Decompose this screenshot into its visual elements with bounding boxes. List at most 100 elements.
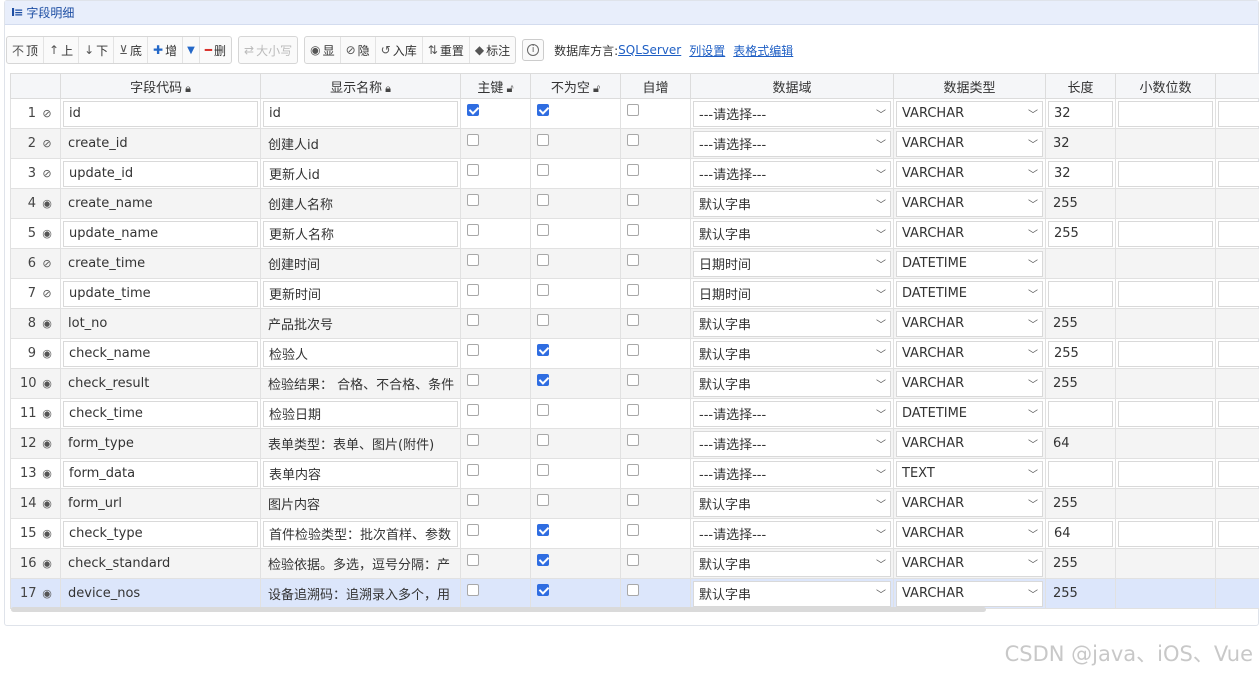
auto-increment-checkbox[interactable] [627,283,639,296]
auto-increment-checkbox[interactable] [627,133,639,146]
field-code-input[interactable]: create_id [63,131,258,157]
data-type-select[interactable]: DATETIME ﹀ [896,250,1043,277]
primary-key-checkbox[interactable] [467,313,479,326]
display-name-input[interactable]: 表单内容 [263,460,458,487]
primary-key-checkbox[interactable] [467,133,479,146]
auto-increment-checkbox[interactable] [627,343,639,356]
data-type-select[interactable]: VARCHAR ﹀ [896,520,1043,547]
length-input[interactable]: 32 [1048,160,1113,187]
primary-key-checkbox[interactable] [467,583,479,596]
info-button[interactable]: i [522,39,545,61]
eye-slash-icon[interactable]: ⊘ [38,167,56,180]
decimal-places-input[interactable] [1118,460,1213,487]
auto-increment-checkbox[interactable] [627,313,639,326]
table-row[interactable]: 11 ◉ check_time 检验日期 ---请选择--- ﹀ DATETIME ﹀ [10,398,1259,429]
primary-key-checkbox[interactable] [467,433,479,446]
table-row[interactable]: 7 ⊘ update_time 更新时间 日期时间 ﹀ DATETIME ﹀ [10,278,1259,309]
not-null-checkbox[interactable] [537,313,549,326]
extra-input[interactable] [1218,581,1259,607]
eye-icon[interactable]: ◉ [38,437,56,450]
header-data-type[interactable]: 数据类型 [893,73,1046,99]
extra-input[interactable] [1218,280,1259,307]
extra-input[interactable] [1218,431,1259,457]
add-dropdown-button[interactable]: ▼ [183,37,200,63]
horizontal-scrollbar[interactable] [11,607,986,612]
column-settings-link[interactable]: 列设置 [689,42,725,59]
table-row[interactable]: 5 ◉ update_name 更新人名称 默认字串 ﹀ VARCHAR ﹀ 255 [10,218,1259,249]
field-code-input[interactable]: check_time [63,400,258,427]
not-null-checkbox[interactable] [537,463,549,476]
length-input[interactable]: 64 [1048,520,1113,547]
primary-key-checkbox[interactable] [467,553,479,566]
length-input[interactable]: 64 [1048,431,1113,457]
data-domain-select[interactable]: ---请选择--- ﹀ [693,460,891,487]
table-edit-link[interactable]: 表格式编辑 [733,42,793,59]
data-domain-select[interactable]: 默认字串 ﹀ [693,370,891,397]
field-code-input[interactable]: device_nos [63,581,258,607]
hide-button[interactable]: ⊘ 隐 [341,37,376,63]
extra-input[interactable] [1218,220,1259,247]
auto-increment-checkbox[interactable] [627,223,639,236]
primary-key-checkbox[interactable] [467,343,479,356]
eye-slash-icon[interactable]: ⊘ [38,137,56,150]
length-input[interactable]: 255 [1048,551,1113,577]
case-convert-button[interactable]: ⇄ 大小写 [239,37,297,63]
table-row[interactable]: 9 ◉ check_name 检验人 默认字串 ﹀ VARCHAR ﹀ 255 [10,338,1259,369]
header-data-domain[interactable]: 数据域 [690,73,894,99]
table-row[interactable]: 13 ◉ form_data 表单内容 ---请选择--- ﹀ TEXT ﹀ [10,458,1259,489]
auto-increment-checkbox[interactable] [627,163,639,176]
field-code-input[interactable]: check_result [63,371,258,397]
decimal-places-input[interactable] [1118,551,1213,577]
data-domain-select[interactable]: 日期时间 ﹀ [693,250,891,277]
move-up-button[interactable]: ↑ 上 [44,37,80,63]
extra-input[interactable] [1218,160,1259,187]
reset-button[interactable]: ⇅ 重置 [423,37,470,63]
primary-key-checkbox[interactable] [467,403,479,416]
data-type-select[interactable]: VARCHAR ﹀ [896,430,1043,457]
data-type-select[interactable]: VARCHAR ﹀ [896,550,1043,577]
decimal-places-input[interactable] [1118,400,1213,427]
table-row[interactable]: 15 ◉ check_type 首件检验类型：批次首样、参数 ---请选择--- ﹀ VAR… [10,518,1259,549]
decimal-places-input[interactable] [1118,100,1213,127]
eye-icon[interactable]: ◉ [38,497,56,510]
header-display-name[interactable]: 显示名称 🔒︎ [260,73,461,99]
eye-icon[interactable]: ◉ [38,377,56,390]
move-bottom-button[interactable]: ⊻ 底 [114,37,148,63]
eye-slash-icon[interactable]: ⊘ [38,257,56,270]
decimal-places-input[interactable] [1118,160,1213,187]
header-field-code[interactable]: 字段代码 🔒︎ [60,73,261,99]
not-null-checkbox[interactable] [537,493,549,506]
data-type-select[interactable]: DATETIME ﹀ [896,400,1043,427]
data-type-select[interactable]: VARCHAR ﹀ [896,340,1043,367]
field-code-input[interactable]: update_time [63,280,258,307]
not-null-checkbox[interactable] [537,253,549,266]
extra-input[interactable] [1218,191,1259,217]
data-type-select[interactable]: TEXT ﹀ [896,460,1043,487]
field-code-input[interactable]: form_url [63,491,258,517]
table-row[interactable]: 16 ◉ check_standard 检验依据。多选，逗号分隔：产 默认字串 ﹀ VARC… [10,548,1259,579]
move-down-button[interactable]: ↓ 下 [79,37,115,63]
data-domain-select[interactable]: ---请选择--- ﹀ [693,100,891,127]
length-input[interactable]: 255 [1048,311,1113,337]
extra-input[interactable] [1218,311,1259,337]
not-null-checkbox[interactable] [537,163,549,176]
data-domain-select[interactable]: 默认字串 ﹀ [693,220,891,247]
field-code-input[interactable]: form_type [63,431,258,457]
auto-increment-checkbox[interactable] [627,193,639,206]
data-type-select[interactable]: VARCHAR ﹀ [896,370,1043,397]
decimal-places-input[interactable] [1118,491,1213,517]
not-null-checkbox[interactable] [537,343,549,356]
extra-input[interactable] [1218,400,1259,427]
length-input[interactable]: 255 [1048,491,1113,517]
auto-increment-checkbox[interactable] [627,523,639,536]
field-code-input[interactable]: id [63,100,258,127]
length-input[interactable]: 255 [1048,371,1113,397]
data-type-select[interactable]: VARCHAR ﹀ [896,130,1043,157]
not-null-checkbox[interactable] [537,283,549,296]
decimal-places-input[interactable] [1118,371,1213,397]
eye-icon[interactable]: ◉ [38,587,56,600]
display-name-input[interactable]: 检验结果： 合格、不合格、条件 [263,371,458,397]
field-code-input[interactable]: check_type [63,520,258,547]
primary-key-checkbox[interactable] [467,163,479,176]
data-domain-select[interactable]: 日期时间 ﹀ [693,280,891,307]
